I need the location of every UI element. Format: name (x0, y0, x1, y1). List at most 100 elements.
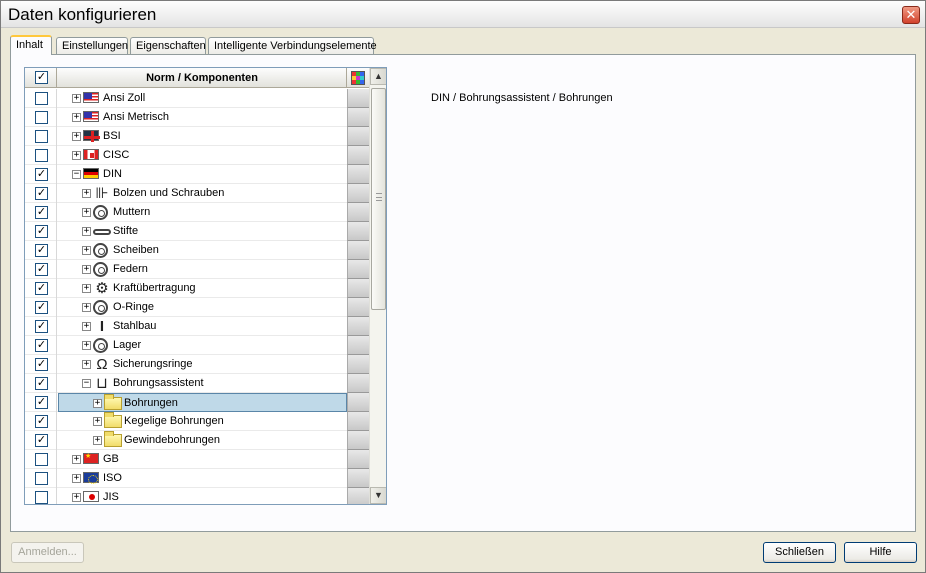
collapse-icon[interactable]: − (72, 170, 81, 179)
tree-row[interactable]: ✓ + Ω Sicherungsringe (25, 355, 369, 374)
expand-icon[interactable]: + (72, 113, 81, 122)
tree-row[interactable]: ✓ + Gewindebohrungen (25, 431, 369, 450)
row-color-button[interactable] (347, 279, 369, 298)
row-color-button[interactable] (347, 184, 369, 203)
expand-icon[interactable]: + (82, 246, 91, 255)
row-label-cell[interactable]: + O-Ringe (58, 298, 347, 317)
tree-row[interactable]: ✓ + Lager (25, 336, 369, 355)
row-checkbox[interactable]: ✓ (35, 396, 48, 409)
expand-icon[interactable]: + (82, 265, 91, 274)
expand-icon[interactable]: + (82, 303, 91, 312)
row-label-cell[interactable]: + ISO (58, 469, 347, 488)
tree-row[interactable]: ✓ + O-Ringe (25, 298, 369, 317)
row-color-button[interactable] (347, 298, 369, 317)
row-checkbox[interactable]: ✓ (35, 434, 48, 447)
color-palette-icon[interactable] (351, 71, 365, 85)
row-label-cell[interactable]: + GB (58, 450, 347, 469)
schliessen-button[interactable]: Schließen (763, 542, 836, 563)
row-label-cell[interactable]: + BSI (58, 127, 347, 146)
close-button[interactable]: ✕ (902, 6, 920, 24)
row-color-button[interactable] (347, 412, 369, 431)
expand-icon[interactable]: + (72, 474, 81, 483)
tab-inhalt[interactable]: Inhalt (10, 35, 52, 55)
expand-icon[interactable]: + (82, 284, 91, 293)
tree-row[interactable]: ✓ + Federn (25, 260, 369, 279)
expand-icon[interactable]: + (72, 132, 81, 141)
row-label-cell[interactable]: + Ansi Metrisch (58, 108, 347, 127)
vertical-scrollbar[interactable]: ▲ ▼ (369, 68, 386, 504)
expand-icon[interactable]: + (93, 399, 102, 408)
tree-row[interactable]: + GB (25, 450, 369, 469)
row-checkbox[interactable] (35, 111, 48, 124)
tree-row[interactable]: + Ansi Zoll (25, 89, 369, 108)
row-checkbox[interactable] (35, 149, 48, 162)
row-checkbox[interactable]: ✓ (35, 377, 48, 390)
expand-icon[interactable]: + (82, 208, 91, 217)
row-checkbox[interactable] (35, 92, 48, 105)
row-color-button[interactable] (347, 127, 369, 146)
column-header-norm[interactable]: Norm / Komponenten (58, 68, 347, 88)
scroll-thumb[interactable] (371, 88, 386, 310)
tree-row[interactable]: + CISC (25, 146, 369, 165)
expand-icon[interactable]: + (82, 322, 91, 331)
scroll-up-button[interactable]: ▲ (370, 68, 386, 85)
tab-intelligente-verbindungselemente[interactable]: Intelligente Verbindungselemente (208, 37, 377, 55)
row-checkbox[interactable]: ✓ (35, 320, 48, 333)
row-checkbox[interactable] (35, 472, 48, 485)
row-color-button[interactable] (347, 317, 369, 336)
row-checkbox[interactable] (35, 491, 48, 504)
tree-row[interactable]: ✓ + Scheiben (25, 241, 369, 260)
row-checkbox[interactable] (35, 453, 48, 466)
row-label-cell[interactable]: + Stifte (58, 222, 347, 241)
row-color-button[interactable] (347, 450, 369, 469)
row-color-button[interactable] (347, 203, 369, 222)
tree-row[interactable]: ✓ + Muttern (25, 203, 369, 222)
row-color-button[interactable] (347, 355, 369, 374)
row-label-cell[interactable]: + JIS (58, 488, 347, 504)
tree-row[interactable]: + BSI (25, 127, 369, 146)
select-all-checkbox[interactable]: ✓ (35, 71, 48, 84)
row-label-cell[interactable]: + Muttern (58, 203, 347, 222)
tree-row[interactable]: ✓ + Stifte (25, 222, 369, 241)
tree-row[interactable]: + Ansi Metrisch (25, 108, 369, 127)
header-color-cell[interactable] (347, 68, 369, 88)
row-checkbox[interactable]: ✓ (35, 301, 48, 314)
row-color-button[interactable] (347, 241, 369, 260)
row-color-button[interactable] (347, 89, 369, 108)
tree-row[interactable]: ✓ + ⚙ Kraftübertragung (25, 279, 369, 298)
row-checkbox[interactable]: ✓ (35, 263, 48, 276)
row-label-cell[interactable]: + Scheiben (58, 241, 347, 260)
anmelden-button[interactable]: Anmelden... (11, 542, 84, 563)
row-label-cell[interactable]: + Lager (58, 336, 347, 355)
row-checkbox[interactable]: ✓ (35, 282, 48, 295)
row-label-cell[interactable]: + Gewindebohrungen (58, 431, 347, 450)
tree-row[interactable]: ✓ − ⊔ Bohrungsassistent (25, 374, 369, 393)
row-label-cell[interactable]: + Kegelige Bohrungen (58, 412, 347, 431)
row-label-cell[interactable]: + Ansi Zoll (58, 89, 347, 108)
row-checkbox[interactable]: ✓ (35, 168, 48, 181)
row-label-cell[interactable]: − DIN (58, 165, 347, 184)
row-label-cell[interactable]: + ⊪ Bolzen und Schrauben (58, 184, 347, 203)
row-color-button[interactable] (347, 336, 369, 355)
hilfe-button[interactable]: Hilfe (844, 542, 917, 563)
expand-icon[interactable]: + (82, 341, 91, 350)
row-checkbox[interactable]: ✓ (35, 206, 48, 219)
expand-icon[interactable]: + (82, 189, 91, 198)
row-color-button[interactable] (347, 431, 369, 450)
tree-row[interactable]: ✓ + I Stahlbau (25, 317, 369, 336)
row-checkbox[interactable]: ✓ (35, 339, 48, 352)
row-color-button[interactable] (347, 469, 369, 488)
row-checkbox[interactable]: ✓ (35, 225, 48, 238)
tree-row[interactable]: + ISO (25, 469, 369, 488)
tab-eigenschaften[interactable]: Eigenschaften (130, 37, 206, 55)
row-checkbox[interactable]: ✓ (35, 187, 48, 200)
row-checkbox[interactable]: ✓ (35, 358, 48, 371)
tree-row[interactable]: ✓ + Bohrungen (25, 393, 369, 412)
expand-icon[interactable]: + (93, 417, 102, 426)
tree-row[interactable]: ✓ + ⊪ Bolzen und Schrauben (25, 184, 369, 203)
row-label-cell[interactable]: − ⊔ Bohrungsassistent (58, 374, 347, 393)
row-label-cell[interactable]: + Ω Sicherungsringe (58, 355, 347, 374)
row-label-cell[interactable]: + I Stahlbau (58, 317, 347, 336)
row-color-button[interactable] (347, 222, 369, 241)
row-color-button[interactable] (347, 146, 369, 165)
